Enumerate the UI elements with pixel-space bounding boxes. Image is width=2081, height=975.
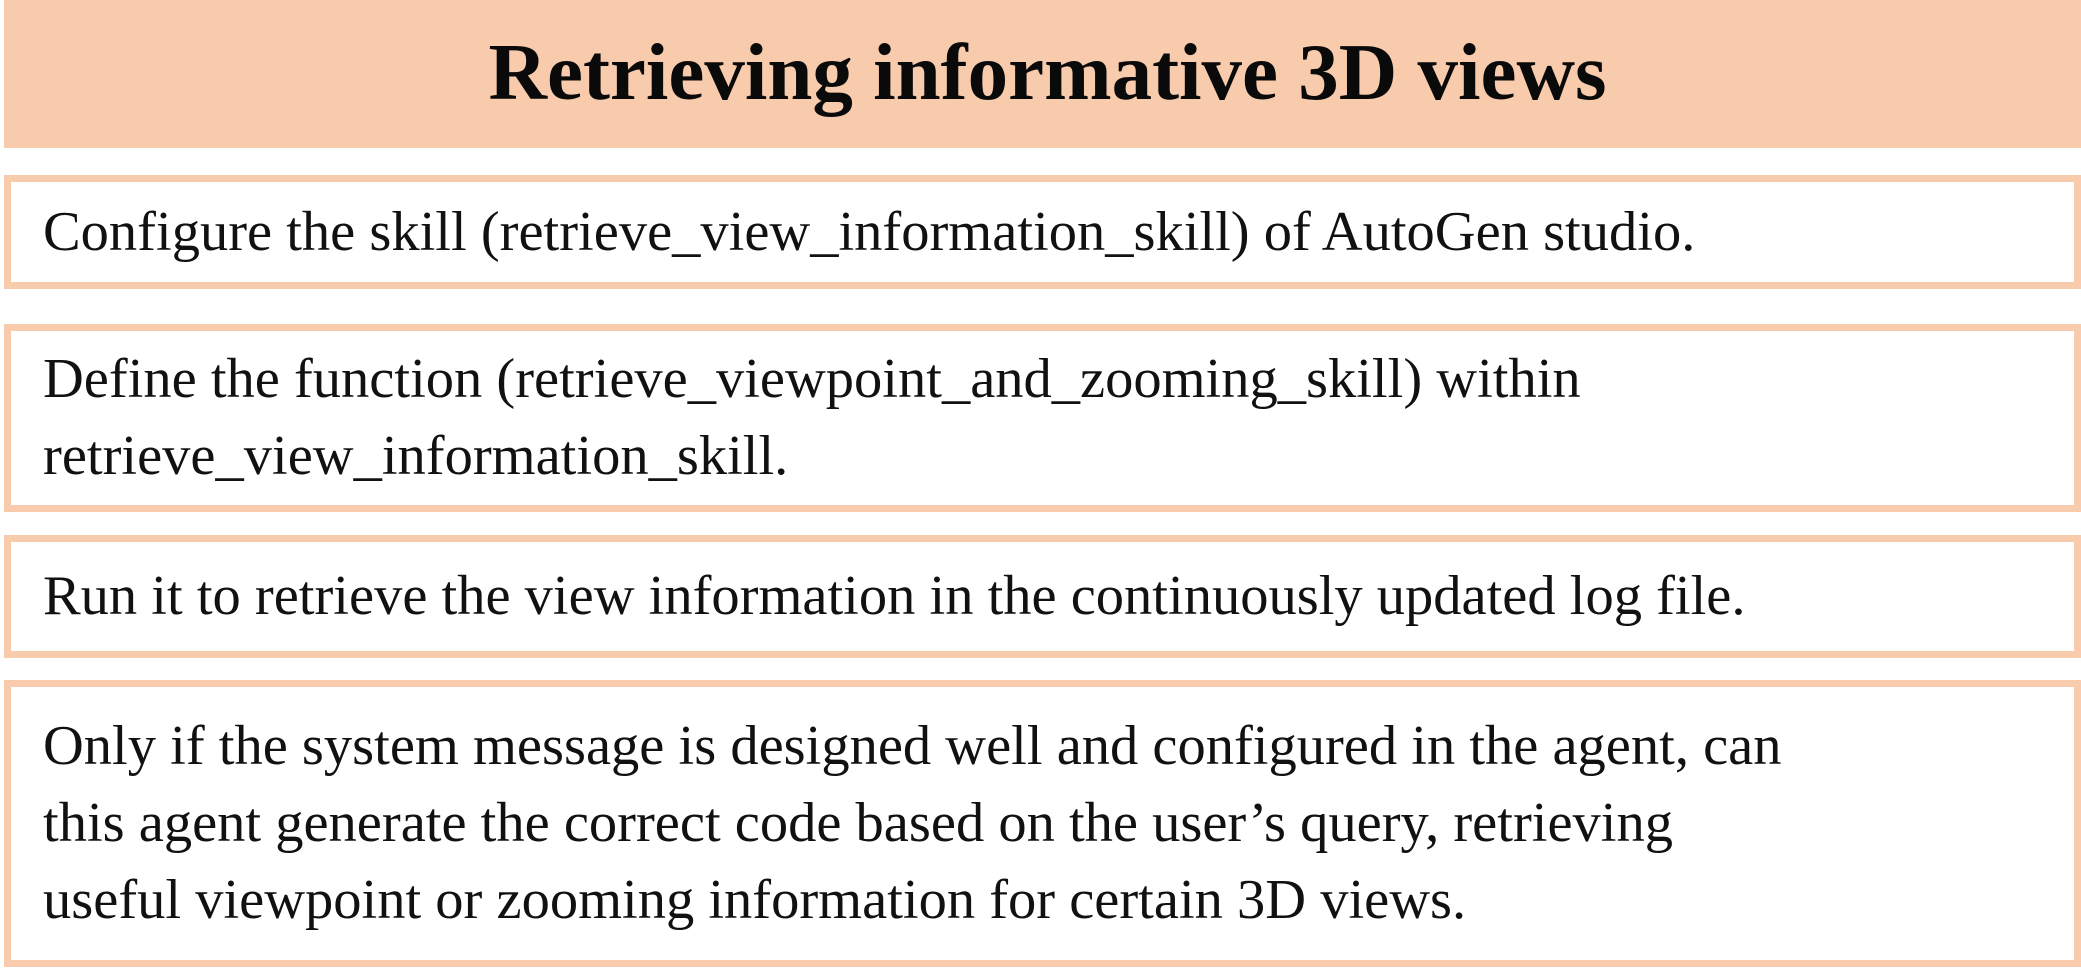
diagram-title: Retrieving informative 3D views [488, 26, 1607, 117]
step-text: Only if the system message is designed w… [43, 715, 1782, 931]
step-box-configure-skill: Configure the skill (retrieve_view_infor… [4, 175, 2081, 289]
title-banner: Retrieving informative 3D views [4, 0, 2081, 148]
step-box-run-retrieval: Run it to retrieve the view information … [4, 535, 2081, 658]
step-box-system-message-note: Only if the system message is designed w… [4, 680, 2081, 967]
step-box-define-function: Define the function (retrieve_viewpoint_… [4, 324, 2081, 512]
step-text: Run it to retrieve the view information … [43, 565, 1746, 627]
step-text: Configure the skill (retrieve_view_infor… [43, 200, 1696, 263]
step-text: Define the function (retrieve_viewpoint_… [43, 348, 1581, 487]
